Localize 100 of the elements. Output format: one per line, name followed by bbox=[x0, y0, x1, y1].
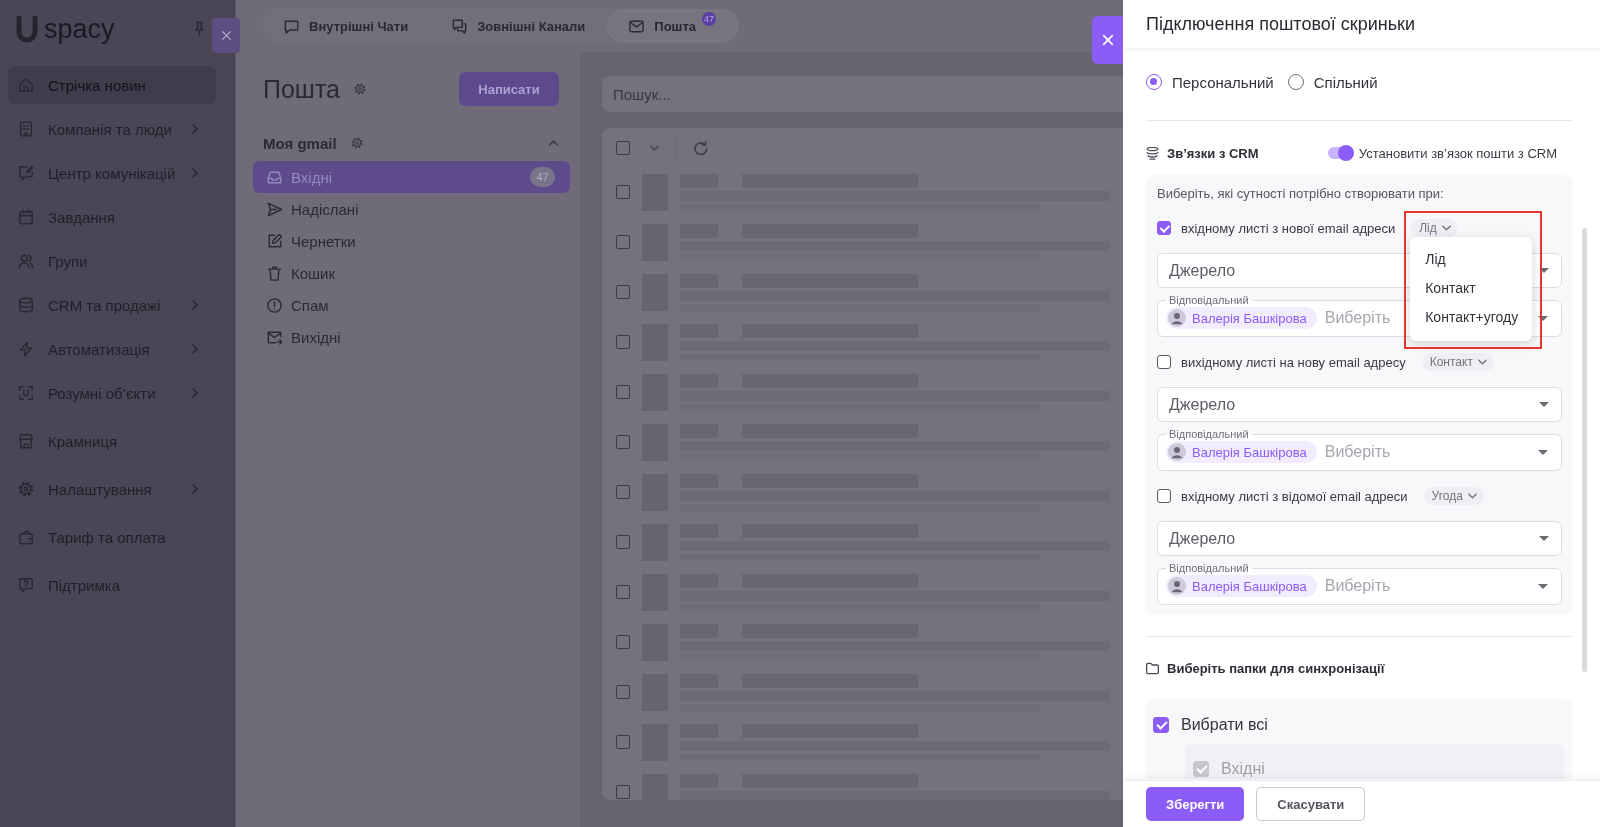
row-checkbox[interactable] bbox=[616, 735, 630, 749]
pencil-square-icon bbox=[267, 233, 282, 249]
folder-item[interactable]: Вхідні 47 bbox=[253, 161, 570, 193]
responsible-select[interactable]: Відповідальний Валерія Башкірова Виберіть bbox=[1157, 428, 1562, 471]
unread-badge: 47 bbox=[702, 12, 717, 26]
caret-icon bbox=[1538, 583, 1548, 589]
drawer-title: Підключення поштової скриньки bbox=[1146, 13, 1415, 35]
lightning-icon bbox=[18, 341, 34, 357]
assignee-name: Валерія Башкірова bbox=[1192, 310, 1307, 326]
tab[interactable]: Зовнішні Канали bbox=[430, 10, 608, 42]
caret-icon bbox=[1538, 449, 1548, 455]
entity-select[interactable]: Контакт bbox=[1421, 353, 1494, 371]
house-icon bbox=[18, 77, 34, 93]
pin-icon[interactable] bbox=[194, 21, 205, 37]
assignee-input[interactable]: Виберіть bbox=[1324, 577, 1407, 595]
row-checkbox[interactable] bbox=[616, 235, 630, 249]
avatar-icon bbox=[1168, 443, 1186, 461]
help-chat-icon bbox=[18, 577, 34, 593]
caret-icon bbox=[1538, 315, 1548, 321]
close-button[interactable] bbox=[212, 18, 240, 53]
tab[interactable]: Внутрішні Чати bbox=[262, 10, 431, 42]
chevron-up-icon[interactable] bbox=[549, 140, 558, 146]
toggle-switch[interactable] bbox=[1327, 145, 1354, 161]
toggle-label[interactable]: Установити зв’язок пошти з CRM bbox=[1358, 145, 1557, 161]
wallet-icon bbox=[18, 529, 34, 545]
source-select[interactable]: Джерело bbox=[1157, 387, 1562, 422]
radio-label[interactable]: Персональний bbox=[1172, 73, 1274, 91]
row-checkbox[interactable] bbox=[616, 535, 630, 549]
scan-frame-icon bbox=[18, 385, 34, 401]
building-icon bbox=[18, 121, 34, 137]
checkbox[interactable] bbox=[1153, 717, 1169, 733]
checkbox[interactable] bbox=[1157, 489, 1171, 503]
compose-button[interactable]: Написати bbox=[459, 72, 559, 106]
row-checkbox[interactable] bbox=[616, 385, 630, 399]
page-title: Пошта bbox=[263, 74, 340, 104]
folder-item[interactable]: Вихідні bbox=[253, 321, 570, 353]
close-icon bbox=[220, 30, 232, 41]
responsible-select[interactable]: Відповідальний Валерія Башкірова Виберіть bbox=[1157, 562, 1562, 605]
caret-icon bbox=[1539, 402, 1549, 407]
assignee-input[interactable]: Виберіть bbox=[1324, 309, 1407, 327]
section-title: Виберіть папки для синхронізації bbox=[1167, 660, 1385, 676]
refresh-icon[interactable] bbox=[694, 140, 708, 155]
row-checkbox[interactable] bbox=[616, 785, 630, 799]
folder-item[interactable]: Надіслані bbox=[253, 193, 570, 225]
row-checkbox[interactable] bbox=[616, 285, 630, 299]
close-button[interactable] bbox=[1092, 16, 1123, 64]
checkbox-label[interactable]: Вибрати всі bbox=[1181, 716, 1268, 734]
store-icon bbox=[18, 433, 34, 449]
select-all-checkbox[interactable] bbox=[616, 140, 630, 155]
folder-item[interactable]: Кошик bbox=[253, 257, 570, 289]
checkbox-label[interactable]: вихідному листі на нову email адресу bbox=[1181, 354, 1406, 370]
row-checkbox[interactable] bbox=[616, 485, 630, 499]
row-checkbox[interactable] bbox=[616, 335, 630, 349]
chat-bubbles-icon bbox=[452, 18, 468, 34]
chevron-down-icon bbox=[1467, 493, 1477, 499]
entity-select[interactable]: Лід bbox=[1411, 219, 1458, 237]
envelope-icon bbox=[629, 18, 645, 34]
chevron-down-icon bbox=[1441, 225, 1451, 231]
radio-label[interactable]: Спільний bbox=[1313, 73, 1378, 91]
search-field[interactable]: Пошук... bbox=[602, 76, 1123, 112]
chat-bubble-icon bbox=[284, 18, 299, 34]
checkbox-label[interactable]: вхідному листі з нової email адреси bbox=[1181, 220, 1396, 236]
entity-select[interactable]: Угода bbox=[1423, 487, 1484, 505]
avatar-icon bbox=[1168, 309, 1186, 327]
settings-icon[interactable] bbox=[350, 137, 363, 149]
account-name: Моя gmail bbox=[263, 134, 337, 152]
tab[interactable]: Пошта 47 bbox=[607, 10, 739, 42]
row-checkbox[interactable] bbox=[616, 635, 630, 649]
folder-item[interactable]: Чернетки bbox=[253, 225, 570, 257]
users-icon bbox=[18, 253, 34, 269]
avatar-icon bbox=[1168, 577, 1186, 595]
assignee-name: Валерія Башкірова bbox=[1192, 578, 1307, 594]
section-title: Зв’язки з CRM bbox=[1167, 145, 1259, 161]
close-icon bbox=[1101, 34, 1114, 46]
row-checkbox[interactable] bbox=[616, 435, 630, 449]
source-select[interactable]: Джерело bbox=[1157, 521, 1562, 556]
alert-circle-icon bbox=[267, 297, 282, 313]
chevron-down-icon[interactable] bbox=[650, 144, 659, 151]
row-checkbox[interactable] bbox=[616, 685, 630, 699]
instruction-text: Виберіть, які сутності потрібно створювати при: bbox=[1157, 185, 1445, 203]
gear-icon bbox=[18, 481, 34, 497]
folder-item[interactable]: Спам bbox=[253, 289, 570, 321]
row-checkbox[interactable] bbox=[616, 585, 630, 599]
checkbox[interactable] bbox=[1157, 355, 1171, 369]
database-icon bbox=[18, 297, 34, 313]
stack-icon bbox=[1146, 146, 1159, 160]
assignee-name: Валерія Башкірова bbox=[1192, 444, 1307, 460]
cancel-button[interactable]: Скасувати bbox=[1256, 787, 1366, 821]
unread-count: 47 bbox=[530, 167, 555, 187]
row-checkbox[interactable] bbox=[616, 185, 630, 199]
folder-icon bbox=[1146, 661, 1159, 675]
save-button[interactable]: Зберегти bbox=[1146, 787, 1245, 821]
inbox-icon bbox=[267, 169, 282, 185]
settings-icon[interactable] bbox=[354, 83, 366, 95]
checkbox-label[interactable]: вхідному листі з відомої email адреси bbox=[1181, 488, 1408, 504]
scrollbar[interactable] bbox=[1582, 228, 1587, 672]
logo-icon bbox=[14, 14, 40, 44]
checkbox[interactable] bbox=[1157, 221, 1171, 235]
assignee-input[interactable]: Виберіть bbox=[1324, 443, 1407, 461]
menu-item[interactable]: Контакт+угоду bbox=[1410, 302, 1533, 331]
